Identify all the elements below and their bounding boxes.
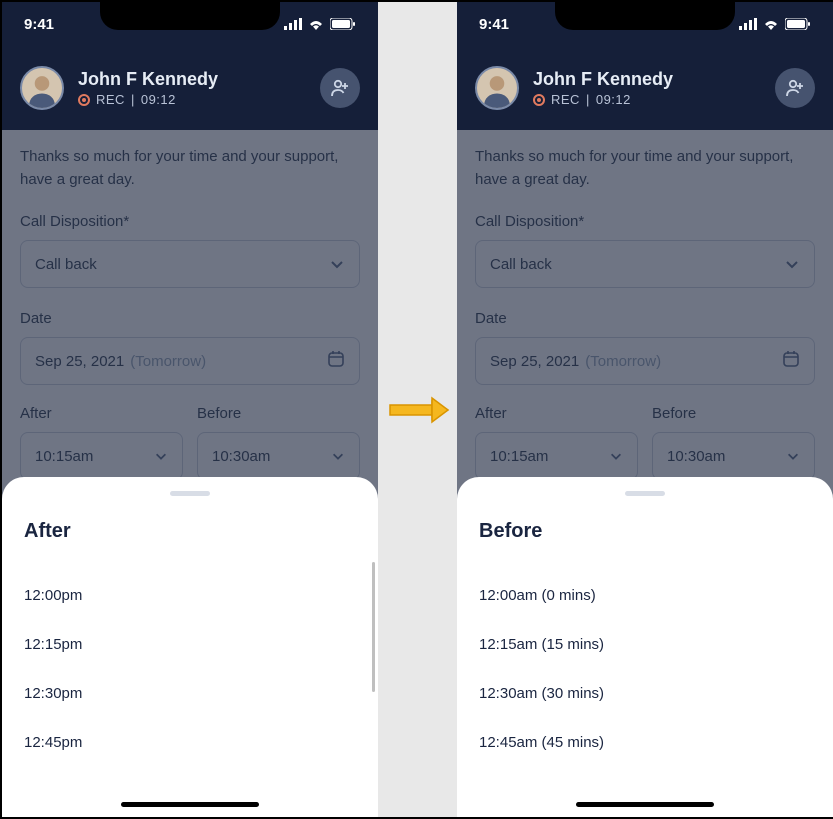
- before-select[interactable]: 10:30am: [197, 432, 360, 480]
- phone-screen-right: 9:41 John F Kennedy REC | 09:12: [457, 2, 833, 817]
- user-plus-icon: [785, 78, 805, 98]
- scroll-indicator: [372, 562, 375, 692]
- chevron-down-icon: [786, 449, 800, 463]
- calendar-icon: [782, 350, 800, 372]
- time-option[interactable]: 12:00pm: [24, 571, 356, 620]
- date-sub: (Tomorrow): [130, 353, 206, 370]
- rec-sep: |: [586, 92, 590, 107]
- rec-sep: |: [131, 92, 135, 107]
- date-label: Date: [20, 310, 360, 327]
- home-indicator[interactable]: [121, 802, 259, 807]
- before-select[interactable]: 10:30am: [652, 432, 815, 480]
- after-value: 10:15am: [35, 448, 93, 465]
- chevron-down-icon: [331, 449, 345, 463]
- add-user-button[interactable]: [775, 68, 815, 108]
- transcript-text: Thanks so much for your time and your su…: [475, 142, 815, 213]
- rec-label: REC: [551, 92, 580, 107]
- signal-icon: [284, 18, 302, 30]
- battery-icon: [330, 18, 356, 30]
- recording-status: REC | 09:12: [533, 92, 775, 107]
- time-option[interactable]: 12:15am (15 mins): [479, 620, 811, 669]
- disposition-select[interactable]: Call back: [475, 240, 815, 288]
- chevron-down-icon: [784, 256, 800, 272]
- rec-time: 09:12: [596, 92, 631, 107]
- time-option[interactable]: 12:00am (0 mins): [479, 571, 811, 620]
- avatar[interactable]: [20, 66, 64, 110]
- time-option[interactable]: 12:45am (45 mins): [479, 718, 811, 767]
- after-select[interactable]: 10:15am: [20, 432, 183, 480]
- date-sub: (Tomorrow): [585, 353, 661, 370]
- battery-icon: [785, 18, 811, 30]
- transition-arrow-icon: [388, 392, 450, 433]
- sheet-handle[interactable]: [170, 491, 210, 496]
- after-label: After: [20, 405, 183, 422]
- sheet-handle[interactable]: [625, 491, 665, 496]
- disposition-label: Call Disposition*: [20, 213, 360, 230]
- status-time: 9:41: [479, 16, 509, 33]
- time-option[interactable]: 12:30pm: [24, 669, 356, 718]
- disposition-value: Call back: [35, 256, 97, 273]
- contact-name: John F Kennedy: [533, 69, 775, 90]
- recording-status: REC | 09:12: [78, 92, 320, 107]
- home-indicator[interactable]: [576, 802, 714, 807]
- status-icons: [284, 18, 356, 30]
- date-label: Date: [475, 310, 815, 327]
- disposition-label: Call Disposition*: [475, 213, 815, 230]
- before-label: Before: [197, 405, 360, 422]
- rec-icon: [78, 94, 90, 106]
- rec-label: REC: [96, 92, 125, 107]
- before-label: Before: [652, 405, 815, 422]
- time-option[interactable]: 12:30am (30 mins): [479, 669, 811, 718]
- before-value: 10:30am: [212, 448, 270, 465]
- rec-time: 09:12: [141, 92, 176, 107]
- time-option[interactable]: 12:15pm: [24, 620, 356, 669]
- signal-icon: [739, 18, 757, 30]
- date-select[interactable]: Sep 25, 2021 (Tomorrow): [20, 337, 360, 385]
- before-value: 10:30am: [667, 448, 725, 465]
- transcript-text: Thanks so much for your time and your su…: [20, 142, 360, 213]
- phone-screen-left: 9:41 John F Kennedy REC | 09:12: [2, 2, 378, 817]
- disposition-value: Call back: [490, 256, 552, 273]
- contact-name: John F Kennedy: [78, 69, 320, 90]
- chevron-down-icon: [154, 449, 168, 463]
- time-option[interactable]: 12:45pm: [24, 718, 356, 767]
- calendar-icon: [327, 350, 345, 372]
- call-header: John F Kennedy REC | 09:12: [2, 46, 378, 130]
- after-label: After: [475, 405, 638, 422]
- wifi-icon: [308, 18, 324, 30]
- wifi-icon: [763, 18, 779, 30]
- user-plus-icon: [330, 78, 350, 98]
- sheet-title: After: [24, 520, 356, 543]
- disposition-select[interactable]: Call back: [20, 240, 360, 288]
- date-select[interactable]: Sep 25, 2021 (Tomorrow): [475, 337, 815, 385]
- date-value: Sep 25, 2021: [490, 353, 579, 370]
- notch: [100, 2, 280, 30]
- chevron-down-icon: [329, 256, 345, 272]
- after-select[interactable]: 10:15am: [475, 432, 638, 480]
- call-header: John F Kennedy REC | 09:12: [457, 46, 833, 130]
- status-time: 9:41: [24, 16, 54, 33]
- time-picker-sheet[interactable]: After 12:00pm 12:15pm 12:30pm 12:45pm: [2, 477, 378, 817]
- date-value: Sep 25, 2021: [35, 353, 124, 370]
- chevron-down-icon: [609, 449, 623, 463]
- status-icons: [739, 18, 811, 30]
- notch: [555, 2, 735, 30]
- rec-icon: [533, 94, 545, 106]
- sheet-title: Before: [479, 520, 811, 543]
- time-picker-sheet[interactable]: Before 12:00am (0 mins) 12:15am (15 mins…: [457, 477, 833, 817]
- add-user-button[interactable]: [320, 68, 360, 108]
- avatar[interactable]: [475, 66, 519, 110]
- after-value: 10:15am: [490, 448, 548, 465]
